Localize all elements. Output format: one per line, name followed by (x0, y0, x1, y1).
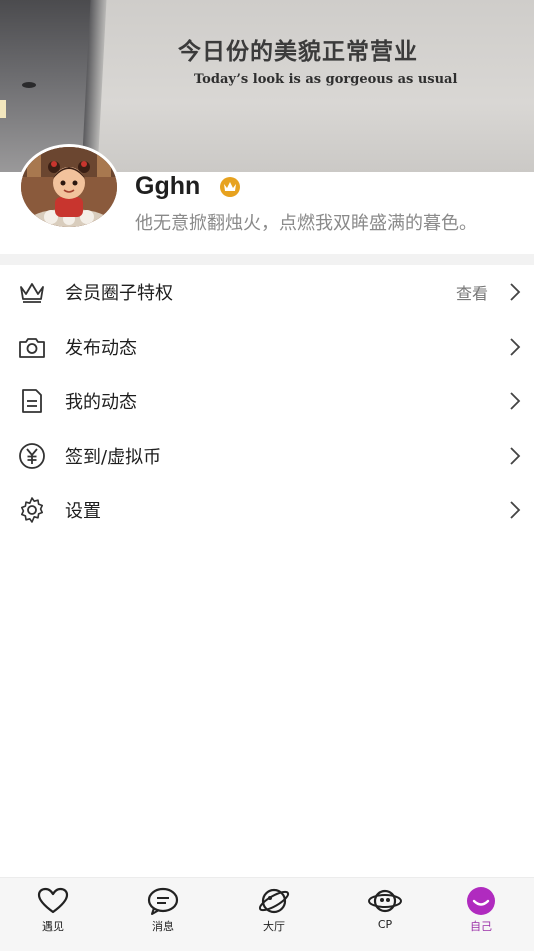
menu-item-my-posts[interactable]: 我的动态 (0, 374, 534, 429)
menu-item-label: 签到/虚拟币 (65, 446, 162, 468)
chevron-right-icon (510, 447, 521, 465)
menu-item-membership[interactable]: 会员圈子特权 查看 (0, 265, 534, 320)
chevron-right-icon (510, 338, 521, 356)
bottom-tab-bar: 遇见 消息 大厅 CP 自己 (0, 877, 534, 951)
tab-meet[interactable]: 遇见 (0, 878, 106, 951)
tab-label: 遇见 (42, 920, 64, 933)
yen-coin-icon (19, 442, 45, 469)
username: Gghn (135, 172, 201, 200)
tab-cp[interactable]: CP (332, 878, 438, 951)
menu-item-checkin-coins[interactable]: 签到/虚拟币 (0, 429, 534, 484)
tab-label: 自己 (470, 920, 492, 933)
chat-bubble-icon (147, 887, 179, 915)
cover-light (0, 100, 6, 118)
chevron-right-icon (510, 283, 521, 301)
tab-messages[interactable]: 消息 (110, 878, 216, 951)
view-link[interactable]: 查看 (456, 280, 488, 304)
menu-item-label: 我的动态 (65, 392, 137, 414)
crown-badge-icon (220, 177, 240, 197)
tab-label: CP (377, 918, 393, 931)
menu-item-label: 设置 (65, 501, 101, 523)
tab-label: 大厅 (263, 920, 285, 933)
planet-icon (258, 888, 290, 914)
gear-icon (21, 497, 43, 524)
tab-hall[interactable]: 大厅 (221, 878, 327, 951)
tab-label: 消息 (152, 920, 174, 933)
crown-icon (20, 283, 44, 304)
chevron-right-icon (510, 501, 521, 519)
smile-avatar-icon (467, 887, 495, 915)
cover-headline-cn: 今日份的美貌正常营业 (178, 38, 418, 65)
menu-item-label: 会员圈子特权 (65, 283, 173, 305)
document-icon (22, 389, 42, 414)
heart-icon (37, 887, 69, 914)
section-divider (0, 254, 534, 265)
tab-me[interactable]: 自己 (428, 878, 534, 951)
chevron-right-icon (510, 392, 521, 410)
menu-item-post[interactable]: 发布动态 (0, 320, 534, 375)
camera-icon (19, 337, 45, 358)
profile-signature: 他无意掀翻烛火，点燃我双眸盛满的暮色。 (135, 213, 477, 234)
avatar[interactable] (18, 144, 120, 230)
cp-planet-icon (368, 889, 402, 913)
menu-item-settings[interactable]: 设置 (0, 483, 534, 538)
cover-headline-en: Today’s look is as gorgeous as usual (194, 72, 458, 87)
profile-menu: 会员圈子特权 查看 发布动态 我的动态 签到/虚拟币 设置 (0, 265, 534, 538)
menu-item-label: 发布动态 (65, 337, 137, 359)
